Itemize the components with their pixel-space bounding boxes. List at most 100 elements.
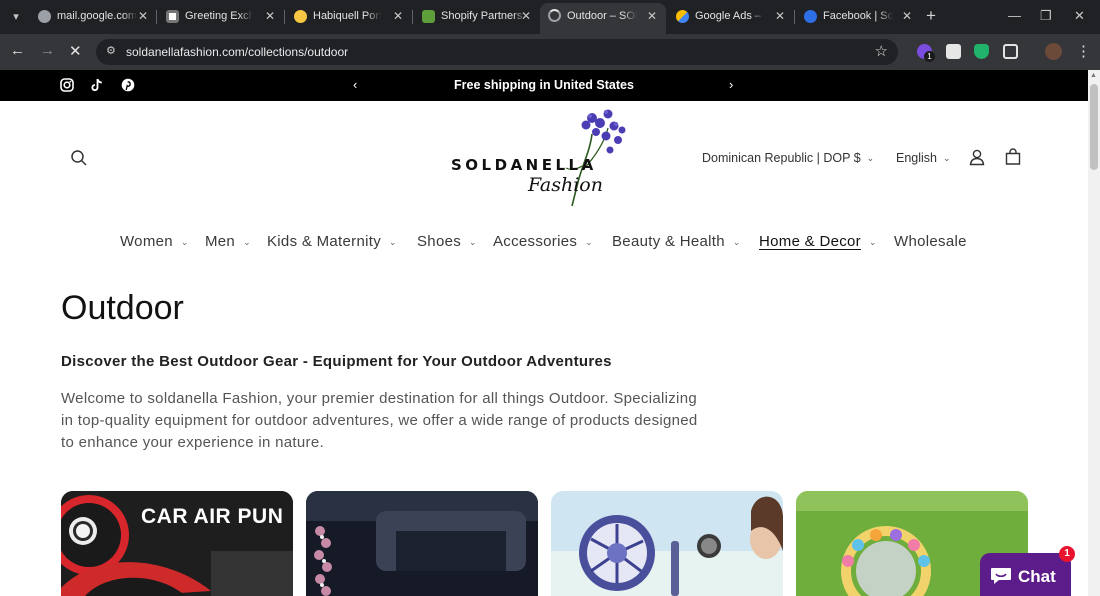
language-selector-label: English (896, 151, 937, 165)
store-logo[interactable]: SOLDANELLA Fashion (440, 106, 640, 210)
tab-title: Facebook | Soci (823, 10, 893, 22)
browser-tab-outdoor-active[interactable]: Outdoor – SOLD ✕ (540, 3, 666, 34)
minimize-icon[interactable]: — (1008, 8, 1021, 23)
scroll-up-icon[interactable]: ▲ (1090, 72, 1097, 79)
google-ads-icon (676, 10, 689, 23)
tab-separator (156, 10, 157, 24)
nav-item-label: Home & Decor (759, 233, 861, 250)
tab-title: Greeting Exchan (185, 10, 253, 22)
announcement-bar: ‹ Free shipping in United States › (0, 70, 1088, 101)
chevron-down-icon: ⌄ (180, 237, 189, 247)
nav-item-label: Beauty & Health (612, 233, 725, 250)
announcement-next-icon[interactable]: › (729, 77, 733, 92)
shield-extension-icon[interactable] (974, 44, 989, 59)
forward-icon[interactable]: → (40, 42, 55, 59)
new-tab-button[interactable]: + (926, 6, 936, 26)
country-selector[interactable]: Dominican Republic | DOP $ ⌄ (702, 151, 874, 165)
url-text[interactable]: soldanellafashion.com/collections/outdoo… (126, 45, 348, 59)
browser-tab-strip: ▾ mail.google.com ✕ Greeting Exchan ✕ Ha… (0, 0, 1100, 34)
nav-item-label: Women (120, 233, 173, 250)
browser-tab-shopify-partners[interactable]: Shopify Partners ✕ (414, 4, 538, 30)
hand-wave-icon (294, 10, 307, 23)
loading-spinner-icon (548, 9, 561, 22)
chat-button[interactable]: Chat (980, 553, 1071, 596)
chevron-down-icon: ⌄ (866, 153, 875, 163)
nav-item-label: Shoes (417, 233, 462, 250)
nav-item-women[interactable]: Women ⌄ (120, 233, 189, 250)
close-tab-icon[interactable]: ✕ (647, 9, 657, 23)
chevron-down-icon: ⌄ (243, 237, 251, 247)
nav-item-wholesale[interactable]: Wholesale (894, 233, 967, 250)
product-image (306, 491, 538, 596)
scrollbar-thumb[interactable] (1090, 84, 1098, 170)
shopify-icon (422, 10, 435, 23)
extensions-puzzle-icon[interactable] (1003, 44, 1018, 59)
nav-item-label: Wholesale (894, 233, 967, 250)
tab-title: Outdoor – SOLD (567, 10, 637, 22)
restore-icon[interactable]: ❐ (1040, 8, 1052, 24)
chat-bubble-icon (991, 568, 1011, 584)
tab-title: Habiquell Portfo (313, 10, 381, 22)
address-bar[interactable]: ⚙ soldanellafashion.com/collections/outd… (96, 39, 898, 65)
logo-wordmark: SOLDANELLA (451, 156, 597, 174)
tab-separator (284, 10, 285, 24)
product-image (551, 491, 783, 596)
nav-item-shoes[interactable]: Shoes ⌄ (417, 233, 477, 250)
tab-separator (794, 10, 795, 24)
browser-tab-greeting-exchange[interactable]: Greeting Exchan ✕ (158, 4, 282, 30)
close-tab-icon[interactable]: ✕ (393, 9, 403, 23)
cart-icon[interactable] (1004, 148, 1022, 166)
window-close-icon[interactable]: ✕ (1074, 8, 1085, 24)
tab-title: Google Ads – Gr (695, 10, 765, 22)
meta-icon (804, 10, 817, 23)
close-tab-icon[interactable]: ✕ (521, 9, 531, 23)
tab-title: mail.google.com (57, 10, 137, 22)
tab-search-button[interactable]: ▾ (6, 8, 26, 26)
collection-subheading: Discover the Best Outdoor Gear - Equipme… (61, 353, 612, 370)
account-icon[interactable] (968, 148, 986, 166)
search-icon[interactable] (70, 149, 88, 167)
close-tab-icon[interactable]: ✕ (902, 9, 912, 23)
chevron-down-icon: ⌄ (585, 237, 594, 247)
language-selector[interactable]: English ⌄ (896, 151, 951, 165)
greeting-exchange-icon (166, 10, 179, 23)
browser-tab-gmail[interactable]: mail.google.com ✕ (30, 4, 154, 30)
product-card[interactable] (306, 491, 538, 596)
nav-item-kids-maternity[interactable]: Kids & Maternity ⌄ (267, 233, 397, 250)
back-icon[interactable]: ← (10, 42, 25, 59)
browser-tab-google-ads[interactable]: Google Ads – Gr ✕ (668, 4, 792, 30)
bookmark-star-icon[interactable]: ☆ (875, 42, 888, 60)
chevron-down-icon: ⌄ (389, 237, 397, 247)
announcement-text: Free shipping in United States (454, 78, 634, 92)
chevron-down-icon: ⌄ (732, 237, 741, 247)
chevron-down-icon: ⌄ (943, 153, 951, 163)
chevron-down-icon: ⌄ (469, 237, 477, 247)
country-selector-label: Dominican Republic | DOP $ (702, 151, 861, 165)
browser-toolbar: ← → ✕ ⚙ soldanellafashion.com/collection… (0, 34, 1100, 70)
globe-icon (38, 10, 51, 23)
tab-title: Shopify Partners (441, 10, 527, 22)
stop-loading-icon[interactable]: ✕ (69, 42, 82, 60)
close-tab-icon[interactable]: ✕ (265, 9, 275, 23)
extension-icon[interactable] (946, 44, 961, 59)
nav-item-men[interactable]: Men ⌄ (205, 233, 251, 250)
browser-tab-habiquell[interactable]: Habiquell Portfo ✕ (286, 4, 410, 30)
close-tab-icon[interactable]: ✕ (775, 9, 785, 23)
nav-item-beauty-health[interactable]: Beauty & Health ⌄ (612, 233, 741, 250)
chat-notification-badge: 1 (1059, 546, 1075, 562)
logo-script-text: Fashion (528, 174, 603, 196)
close-tab-icon[interactable]: ✕ (138, 9, 148, 23)
site-info-icon[interactable]: ⚙ (106, 44, 116, 57)
browser-tab-facebook[interactable]: Facebook | Soci ✕ (796, 4, 920, 30)
profile-avatar[interactable] (1045, 43, 1062, 60)
chat-button-label: Chat (1018, 567, 1056, 586)
browser-menu-icon[interactable]: ⋮ (1076, 42, 1091, 60)
nav-item-home-decor[interactable]: Home & Decor ⌄ (759, 233, 877, 250)
nav-item-label: Accessories (493, 233, 578, 250)
page-title: Outdoor (61, 289, 184, 327)
product-card[interactable]: CAR AIR PUN (61, 491, 293, 596)
nav-item-accessories[interactable]: Accessories ⌄ (493, 233, 593, 250)
product-card[interactable] (551, 491, 783, 596)
tab-separator (412, 10, 413, 24)
chevron-down-icon: ⌄ (868, 237, 877, 247)
